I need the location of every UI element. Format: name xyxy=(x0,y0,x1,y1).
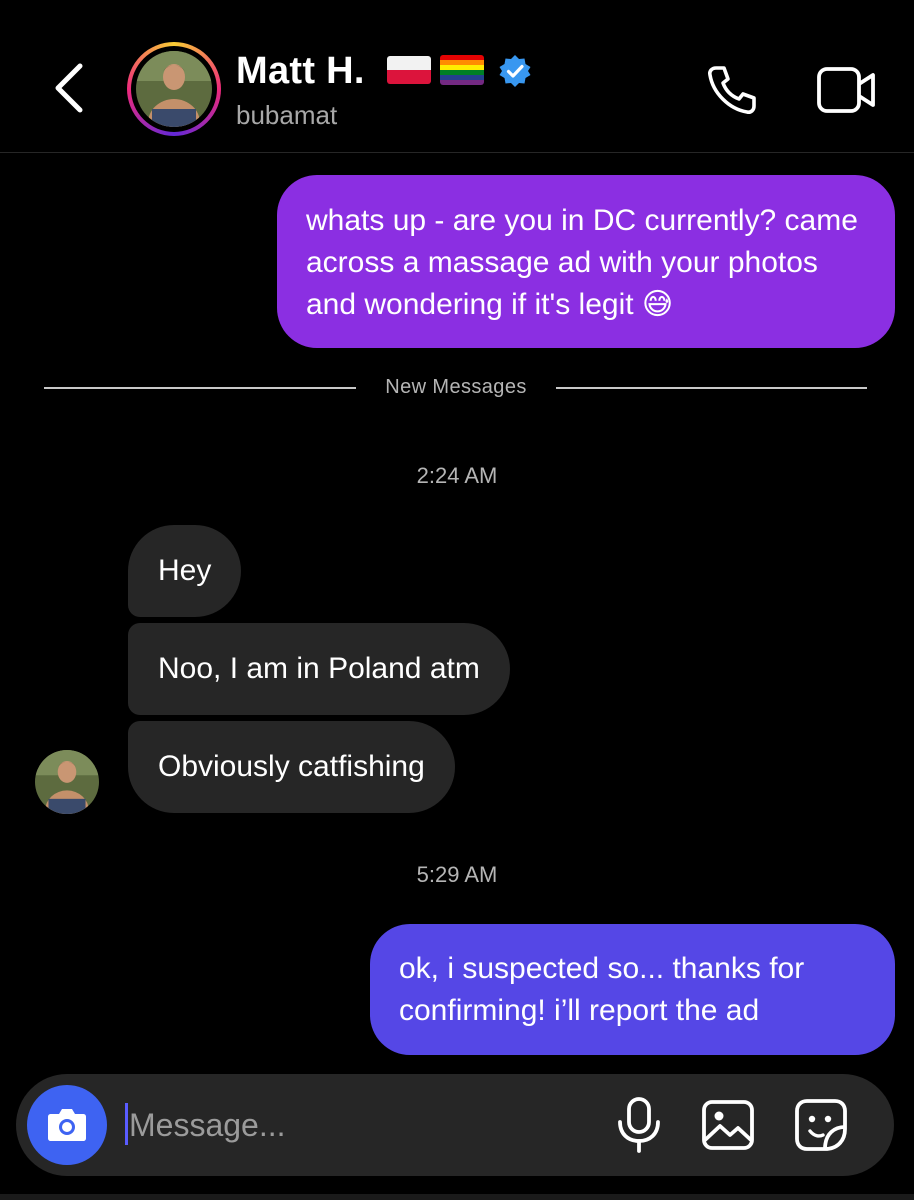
rainbow-flag-icon xyxy=(440,55,484,85)
message-text: ok, i suspected so... thanks for confirm… xyxy=(399,952,805,1027)
profile-avatar[interactable] xyxy=(127,42,221,136)
back-button[interactable] xyxy=(48,60,92,116)
avatar-photo xyxy=(136,51,212,127)
chevron-left-icon xyxy=(55,63,83,113)
incoming-message[interactable]: Obviously catfishing xyxy=(128,721,455,813)
video-camera-icon xyxy=(817,67,875,113)
microphone-icon xyxy=(618,1097,660,1153)
message-text: Noo, I am in Poland atm xyxy=(158,652,480,685)
divider-line xyxy=(556,387,867,389)
conversation-header: Matt H. bubamat xyxy=(0,0,914,153)
message-timestamp: 2:24 AM xyxy=(416,463,498,488)
contact-name[interactable]: Matt H. xyxy=(236,50,365,93)
voice-call-button[interactable] xyxy=(704,62,760,118)
verified-badge-icon xyxy=(499,55,531,87)
text-cursor xyxy=(125,1103,128,1145)
camera-icon xyxy=(48,1109,86,1141)
phone-icon xyxy=(708,66,756,114)
gallery-icon xyxy=(702,1100,754,1150)
message-text: whats up - are you in DC currently? came… xyxy=(306,204,858,321)
message-text: Obviously catfishing xyxy=(158,750,425,783)
video-call-button[interactable] xyxy=(816,64,878,116)
new-messages-label: New Messages xyxy=(385,376,527,398)
avatar-photo xyxy=(35,750,99,814)
incoming-message[interactable]: Noo, I am in Poland atm xyxy=(128,623,510,715)
outgoing-message[interactable]: whats up - are you in DC currently? came… xyxy=(277,175,895,348)
sticker-icon xyxy=(795,1099,847,1151)
divider-line xyxy=(44,387,356,389)
message-input[interactable] xyxy=(129,1098,589,1152)
voice-message-button[interactable] xyxy=(612,1096,666,1154)
camera-button[interactable] xyxy=(27,1085,107,1165)
message-text: Hey xyxy=(158,554,212,587)
contact-username[interactable]: bubamat xyxy=(236,100,337,131)
incoming-message[interactable]: Hey xyxy=(128,525,242,617)
message-timestamp: 5:29 AM xyxy=(416,862,498,887)
sender-avatar[interactable] xyxy=(35,750,99,814)
poland-flag-icon xyxy=(387,56,431,84)
gallery-button[interactable] xyxy=(700,1098,756,1152)
outgoing-message[interactable]: ok, i suspected so... thanks for confirm… xyxy=(370,924,895,1055)
home-indicator-area xyxy=(0,1194,914,1200)
sticker-button[interactable] xyxy=(793,1097,849,1153)
